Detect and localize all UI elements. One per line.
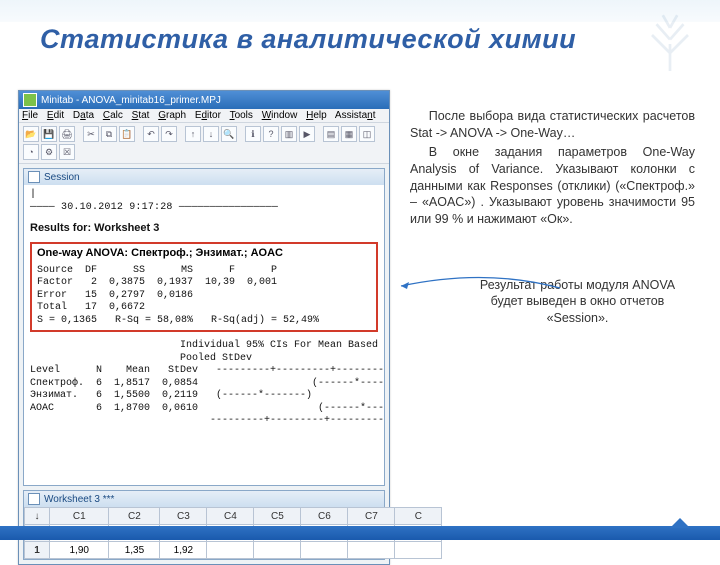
ws-r1c6[interactable]	[301, 542, 348, 559]
toolbar-redo-icon[interactable]: ↷	[161, 126, 177, 142]
ws-corner[interactable]: ↓	[25, 508, 50, 525]
callout-label: Результат работы модуля ANOVA будет выве…	[465, 277, 690, 326]
minitab-menubar: File Edit Data Calc Stat Graph Editor To…	[19, 109, 389, 123]
toolbar-tool-icon[interactable]: ⚙	[41, 144, 57, 160]
menu-edit[interactable]: Edit	[47, 110, 64, 121]
ws-r1c1[interactable]: 1,90	[50, 542, 109, 559]
ws-col-c2[interactable]: C2	[109, 508, 160, 525]
menu-file[interactable]: File	[22, 110, 38, 121]
session-title: Session	[44, 172, 80, 183]
toolbar-find-icon[interactable]: 🔍	[221, 126, 237, 142]
toolbar-save-icon[interactable]: 💾	[41, 126, 57, 142]
menu-data[interactable]: Data	[73, 110, 94, 121]
minitab-app-icon	[23, 93, 37, 107]
toolbar-pie-icon[interactable]: ◔	[23, 144, 39, 160]
worksheet-panel: Worksheet 3 *** ↓ C1 C2 C3 C4 C5 C6 C7 C…	[23, 490, 385, 560]
toolbar-cut-icon[interactable]: ✂	[83, 126, 99, 142]
ws-r1c5[interactable]	[254, 542, 301, 559]
results-for-label: Results for: Worksheet 3	[30, 222, 378, 236]
worksheet-icon	[28, 493, 40, 505]
menu-tools[interactable]: Tools	[230, 110, 253, 121]
bottom-accent-bar	[0, 526, 720, 540]
ws-r1c4[interactable]	[207, 542, 254, 559]
tree-decoration	[610, 0, 720, 80]
ws-col-c6[interactable]: C6	[301, 508, 348, 525]
session-cursor: |	[30, 189, 378, 202]
ci-rows: Level N Mean StDev ---------+---------+-…	[30, 365, 378, 428]
menu-stat[interactable]: Stat	[132, 110, 150, 121]
toolbar-open-icon[interactable]: 📂	[23, 126, 39, 142]
ws-r1c2[interactable]: 1,35	[109, 542, 160, 559]
slide-title: Статистика в аналитической химии	[40, 24, 576, 55]
menu-calc[interactable]: Calc	[103, 110, 123, 121]
toolbar-run-icon[interactable]: ▶	[299, 126, 315, 142]
toolbar-undo-icon[interactable]: ↶	[143, 126, 159, 142]
ws-col-c4[interactable]: C4	[207, 508, 254, 525]
minitab-toolbar: 📂 💾 🖨 ✂ ⧉ 📋 ↶ ↷ ↑ ↓ 🔍 ℹ ? ▥ ▶ ▤ ▦ ◫ ◔ ⚙ …	[19, 123, 389, 164]
session-date: ———— 30.10.2012 9:17:28 ————————————————	[30, 202, 378, 215]
menu-graph[interactable]: Graph	[158, 110, 186, 121]
ws-row1-hdr[interactable]: 1	[25, 542, 50, 559]
minitab-titlebar: Minitab - ANOVA_minitab16_primer.MPJ	[19, 91, 389, 109]
ws-col-c8[interactable]: C	[395, 508, 442, 525]
minitab-window-title: Minitab - ANOVA_minitab16_primer.MPJ	[41, 95, 221, 106]
paragraph-1: После выбора вида статистических расчето…	[410, 108, 695, 142]
ci-header: Individual 95% CIs For Mean Based on Poo…	[30, 340, 378, 365]
anova-rsq: S = 0,1365 R-Sq = 58,08% R-Sq(adj) = 52,…	[37, 315, 371, 328]
ws-col-c7[interactable]: C7	[348, 508, 395, 525]
ws-r1c7[interactable]	[348, 542, 395, 559]
toolbar-session-icon[interactable]: ▤	[323, 126, 339, 142]
toolbar-up-icon[interactable]: ↑	[185, 126, 201, 142]
anova-heading: One-way ANOVA: Спектроф.; Энзимат.; AOAC	[37, 247, 371, 261]
explanation-text: После выбора вида статистических расчето…	[410, 108, 695, 230]
session-body: | ———— 30.10.2012 9:17:28 ——————————————…	[24, 185, 384, 485]
ws-col-c3[interactable]: C3	[160, 508, 207, 525]
toolbar-chart-icon[interactable]: ▥	[281, 126, 297, 142]
worksheet-title: Worksheet 3 ***	[44, 494, 114, 505]
toolbar-x-icon[interactable]: ☒	[59, 144, 75, 160]
toolbar-info-icon[interactable]: ℹ	[245, 126, 261, 142]
ws-r1c8[interactable]	[395, 542, 442, 559]
anova-result-box: One-way ANOVA: Спектроф.; Энзимат.; AOAC…	[30, 242, 378, 332]
menu-assistant[interactable]: Assistant	[335, 110, 376, 121]
session-panel: Session | ———— 30.10.2012 9:17:28 ——————…	[23, 168, 385, 486]
anova-table: Source DF SS MS F P Factor 2 0,3875 0,19…	[37, 265, 371, 315]
toolbar-paste-icon[interactable]: 📋	[119, 126, 135, 142]
menu-help[interactable]: Help	[306, 110, 327, 121]
session-titlebar: Session	[24, 169, 384, 185]
ws-col-c1[interactable]: C1	[50, 508, 109, 525]
ws-col-c5[interactable]: C5	[254, 508, 301, 525]
toolbar-print-icon[interactable]: 🖨	[59, 126, 75, 142]
ws-r1c3[interactable]: 1,92	[160, 542, 207, 559]
menu-editor[interactable]: Editor	[195, 110, 221, 121]
toolbar-copy-icon[interactable]: ⧉	[101, 126, 117, 142]
worksheet-titlebar: Worksheet 3 ***	[24, 491, 384, 507]
toolbar-help-icon[interactable]: ?	[263, 126, 279, 142]
minitab-window: Minitab - ANOVA_minitab16_primer.MPJ Fil…	[18, 90, 390, 565]
toolbar-down-icon[interactable]: ↓	[203, 126, 219, 142]
toolbar-sheet-icon[interactable]: ▦	[341, 126, 357, 142]
paragraph-2: В окне задания параметров One-Way Analys…	[410, 144, 695, 228]
menu-window[interactable]: Window	[262, 110, 298, 121]
session-icon	[28, 171, 40, 183]
toolbar-graph-icon[interactable]: ◫	[359, 126, 375, 142]
